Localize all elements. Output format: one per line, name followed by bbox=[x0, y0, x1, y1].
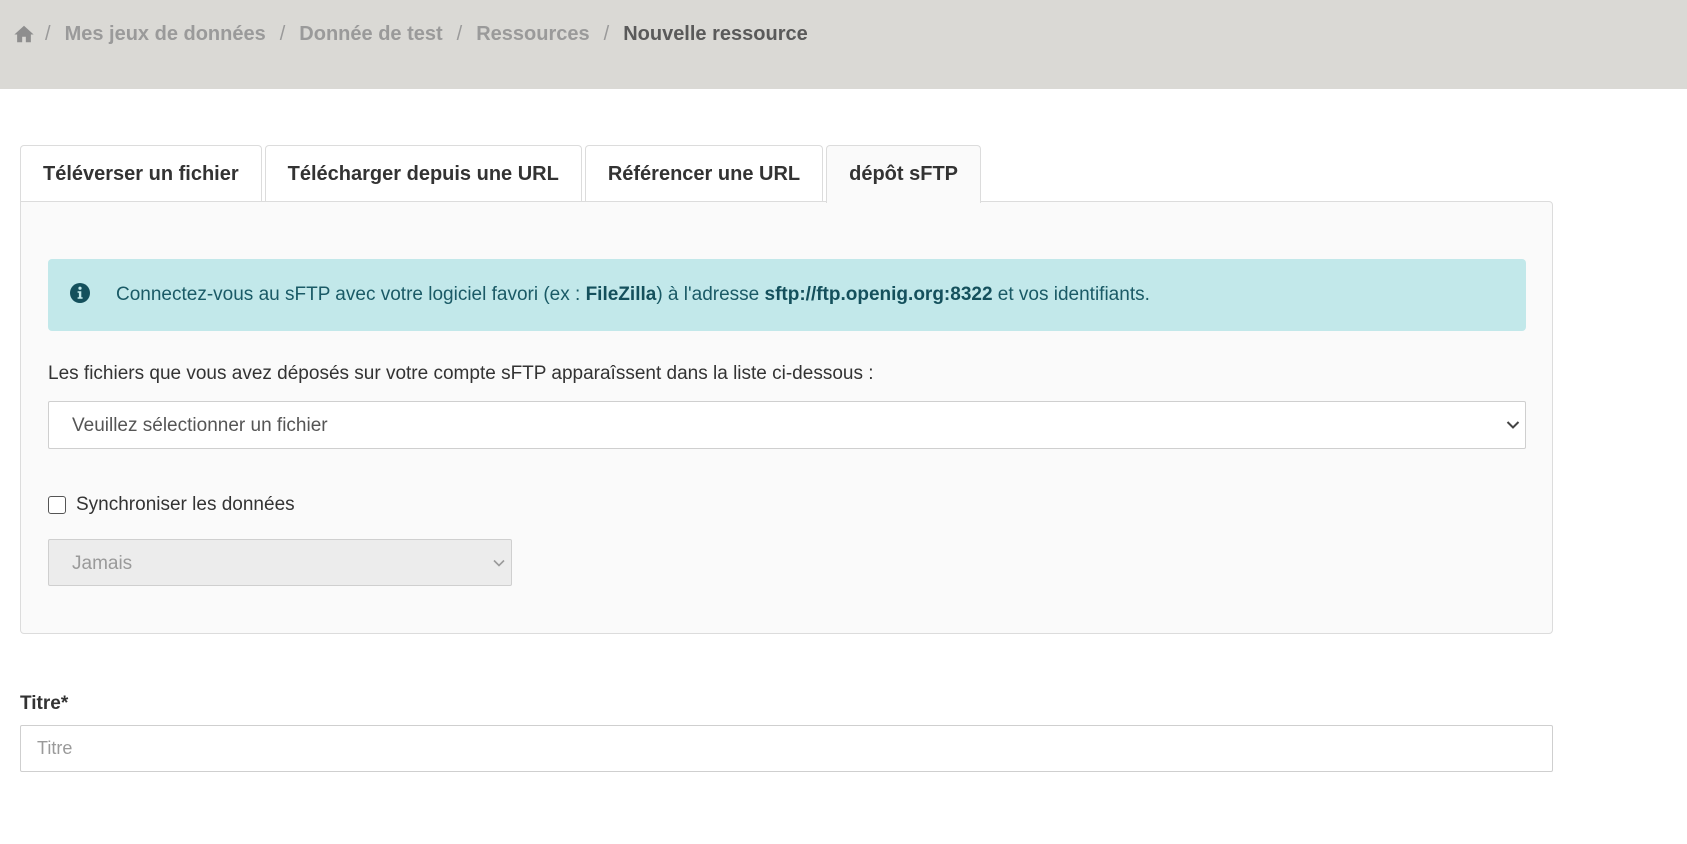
breadcrumb: / Mes jeux de données / Donnée de test /… bbox=[13, 21, 808, 47]
alert-message: Connectez-vous au sFTP avec votre logici… bbox=[116, 284, 1150, 306]
sftp-file-select-value: Veuillez sélectionner un fichier bbox=[72, 415, 328, 436]
sftp-panel: Connectez-vous au sFTP avec votre logici… bbox=[20, 201, 1553, 634]
sync-data-label: Synchroniser les données bbox=[76, 494, 295, 515]
breadcrumb-bar: / Mes jeux de données / Donnée de test /… bbox=[0, 0, 1687, 89]
title-label: Titre* bbox=[20, 693, 69, 714]
breadcrumb-separator: / bbox=[456, 22, 463, 45]
info-circle-icon bbox=[70, 283, 90, 303]
title-input[interactable] bbox=[20, 725, 1553, 772]
alert-sftp-address: sftp://ftp.openig.org:8322 bbox=[764, 284, 993, 305]
sync-data-option[interactable]: Synchroniser les données bbox=[48, 494, 295, 516]
home-icon[interactable] bbox=[13, 23, 35, 45]
resource-type-tabs: Téléverser un fichier Télécharger depuis… bbox=[20, 145, 981, 203]
info-alert: Connectez-vous au sFTP avec votre logici… bbox=[48, 259, 1526, 331]
tab-reference-url[interactable]: Référencer une URL bbox=[584, 145, 824, 202]
tab-download-url[interactable]: Télécharger depuis une URL bbox=[264, 145, 582, 202]
sync-data-checkbox[interactable] bbox=[48, 496, 66, 514]
alert-software: FileZilla bbox=[585, 284, 657, 305]
breadcrumb-separator: / bbox=[45, 22, 51, 45]
breadcrumb-link-dataset[interactable]: Donnée de test bbox=[299, 23, 442, 46]
sync-frequency-select: Jamais bbox=[48, 539, 512, 586]
breadcrumb-link-resources[interactable]: Ressources bbox=[476, 23, 589, 46]
breadcrumb-separator: / bbox=[279, 22, 286, 45]
alert-text-part: Connectez-vous au sFTP avec votre logici… bbox=[116, 284, 586, 305]
chevron-down-icon bbox=[1506, 420, 1520, 430]
tab-upload-file[interactable]: Téléverser un fichier bbox=[20, 145, 262, 202]
alert-text-part: ) à l'adresse bbox=[656, 284, 765, 305]
sync-frequency-value: Jamais bbox=[72, 553, 133, 574]
sftp-file-select[interactable]: Veuillez sélectionner un fichier bbox=[48, 401, 1526, 449]
chevron-down-icon bbox=[492, 558, 506, 568]
breadcrumb-separator: / bbox=[603, 22, 610, 45]
sftp-files-description: Les fichiers que vous avez déposés sur v… bbox=[48, 363, 874, 384]
tab-sftp[interactable]: dépôt sFTP bbox=[826, 145, 981, 203]
alert-text-part: et vos identifiants. bbox=[992, 284, 1150, 305]
breadcrumb-current: Nouvelle ressource bbox=[623, 22, 808, 45]
breadcrumb-link-datasets[interactable]: Mes jeux de données bbox=[65, 23, 266, 46]
